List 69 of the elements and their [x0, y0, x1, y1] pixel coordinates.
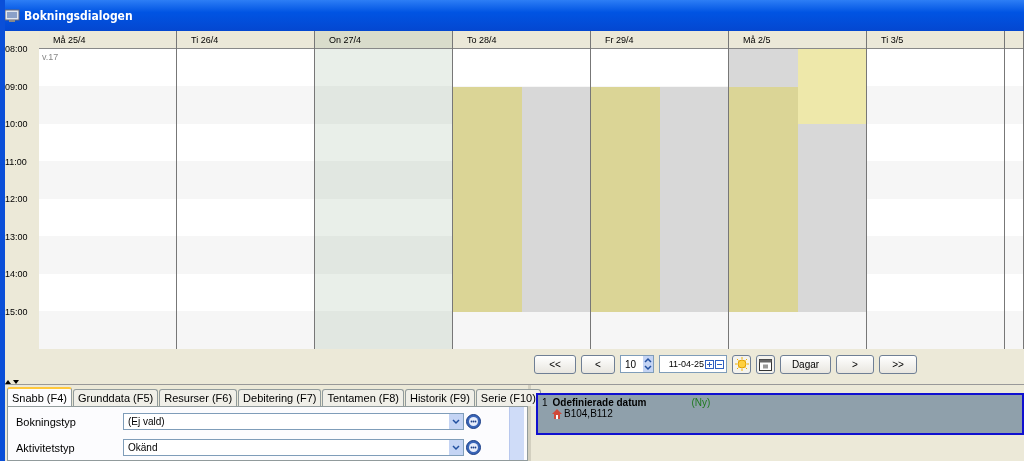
booking-number: 1	[542, 397, 548, 408]
booked-slot[interactable]	[453, 86, 522, 124]
day-column[interactable]	[729, 49, 866, 349]
up-arrow-icon[interactable]	[5, 379, 11, 384]
next-button[interactable]: >	[836, 354, 874, 374]
booked-slot[interactable]	[797, 86, 866, 124]
scrollbar[interactable]	[509, 407, 524, 460]
down-arrow-icon[interactable]	[13, 379, 19, 384]
last-button[interactable]: >>	[879, 354, 917, 374]
calendar-icon	[759, 357, 772, 371]
day-column[interactable]	[315, 49, 452, 349]
booked-slot[interactable]	[521, 274, 590, 312]
hour-label: 10:00	[5, 119, 29, 131]
today-button[interactable]	[732, 354, 751, 374]
date-field[interactable]: 11-04-25	[659, 355, 727, 373]
hour-label: 14:00	[5, 269, 29, 281]
hour-label: 11:00	[5, 156, 28, 169]
hour-label: 08:00	[5, 44, 29, 56]
booking-item[interactable]: 1 Odefinierade datum (Ny) B104,B112	[536, 393, 1024, 435]
booked-slot[interactable]	[797, 274, 866, 312]
previous-button[interactable]: <	[581, 354, 615, 374]
window-icon	[5, 8, 20, 23]
tab[interactable]: Resurser (F6)	[159, 389, 238, 406]
hour-label: 12:00	[5, 194, 29, 206]
tab[interactable]: Serie (F10)	[475, 389, 541, 406]
booked-slot[interactable]	[797, 124, 866, 162]
day-column[interactable]	[453, 49, 590, 349]
dropdown-field[interactable]: Okänd	[123, 439, 464, 456]
expand-icon[interactable]	[705, 359, 714, 369]
booked-slot[interactable]	[453, 274, 522, 312]
booking-rooms: B104,B112	[564, 408, 613, 419]
house-icon	[552, 408, 562, 419]
day-column[interactable]	[591, 49, 728, 349]
booked-slot[interactable]	[659, 86, 728, 124]
tab[interactable]: Snabb (F4)	[7, 387, 73, 406]
booked-slot[interactable]	[729, 49, 798, 87]
calendar-button[interactable]	[756, 354, 775, 374]
day-header[interactable]: On 27/4	[315, 31, 452, 49]
tab[interactable]: Tentamen (F8)	[322, 389, 404, 406]
week-label: v.17	[42, 52, 59, 62]
first-button[interactable]: <<	[534, 354, 576, 374]
hour-label: 09:00	[5, 81, 29, 94]
booked-slot[interactable]	[521, 86, 590, 124]
sun-icon	[734, 357, 749, 371]
tab[interactable]: Grunddata (F5)	[73, 389, 159, 406]
window-title: Bokningsdialogen	[24, 8, 133, 23]
tab[interactable]: Historik (F9)	[404, 389, 475, 406]
tab[interactable]: Debitering (F7)	[238, 389, 322, 406]
day-column[interactable]	[177, 49, 314, 349]
field-label: Bokningstyp	[16, 415, 77, 428]
count-spinner[interactable]: 10	[620, 355, 654, 373]
hour-label: 15:00	[5, 306, 29, 319]
field-label: Aktivitetstyp	[16, 441, 76, 454]
collapse-icon[interactable]	[715, 359, 724, 369]
booked-slot[interactable]	[591, 274, 660, 312]
booked-slot[interactable]	[591, 86, 660, 124]
hour-label: 13:00	[5, 231, 29, 244]
booked-slot[interactable]	[797, 49, 866, 87]
more-options-icon[interactable]	[466, 440, 481, 455]
booking-title: Odefinierade datum	[552, 397, 647, 408]
day-column[interactable]: v.17	[39, 49, 176, 349]
booking-status: (Ny)	[691, 397, 711, 408]
days-button[interactable]: Dagar	[780, 354, 831, 374]
more-options-icon[interactable]	[466, 414, 481, 429]
dropdown-field[interactable]: (Ej vald)	[123, 413, 464, 430]
booked-slot[interactable]	[659, 274, 728, 312]
booked-slot[interactable]	[729, 274, 798, 312]
spinner-arrows-icon[interactable]	[643, 356, 653, 372]
booked-slot[interactable]	[729, 86, 798, 124]
